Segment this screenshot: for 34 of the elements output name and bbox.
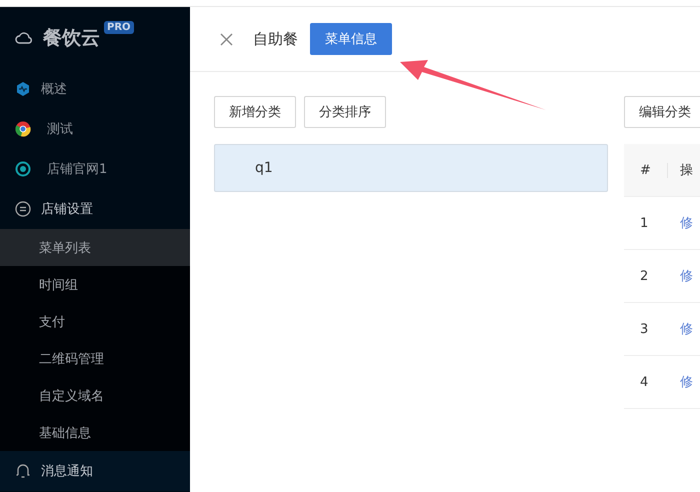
table-cell-text: 4 [639, 374, 650, 390]
pulse-icon [15, 81, 31, 97]
submenu-item[interactable]: 菜单列表 [0, 229, 190, 266]
submenu-item[interactable]: 时间组 [0, 266, 190, 303]
page-title: 自助餐 [253, 30, 298, 48]
sidebar-item[interactable]: 店铺设置 [0, 189, 190, 229]
category-button[interactable]: 新增分类 [214, 96, 296, 128]
bell-icon [15, 463, 31, 479]
sidebar-item[interactable]: 测试 [0, 109, 190, 149]
submenu-item[interactable]: 二维码管理 [0, 340, 190, 377]
edit-link[interactable]: 修 [680, 214, 693, 232]
brand-name: 餐饮云 [43, 26, 100, 51]
category-item[interactable]: q1 [214, 144, 608, 192]
submenu-item[interactable]: 自定义域名 [0, 377, 190, 414]
table-cell-text: 3 [639, 322, 650, 336]
category-button[interactable]: 分类排序 [304, 96, 386, 128]
edit-link[interactable]: 修 [680, 320, 693, 338]
submenu-item[interactable]: 支付 [0, 303, 190, 340]
cloud-icon [15, 32, 33, 44]
table-header: # 操 [624, 144, 700, 197]
sidebar-item[interactable]: 概述 [0, 69, 190, 109]
pro-badge: PRO [104, 21, 134, 34]
menu-icon [15, 201, 31, 217]
submenu-item[interactable]: 基础信息 [0, 414, 190, 451]
tab[interactable]: 菜单信息 [310, 23, 392, 55]
sidebar-item[interactable]: 店铺官网1 [0, 149, 190, 189]
edit-category-button[interactable]: 编辑分类 [624, 96, 700, 128]
table-cell-text: 2 [639, 268, 650, 284]
browser-icon [15, 121, 31, 137]
table-cell-text: 1 [639, 216, 650, 230]
edit-link[interactable]: 修 [680, 267, 693, 285]
edit-link[interactable]: 修 [680, 373, 693, 391]
sidebar-item[interactable]: 消息通知 [0, 451, 190, 491]
close-icon[interactable] [220, 32, 233, 46]
